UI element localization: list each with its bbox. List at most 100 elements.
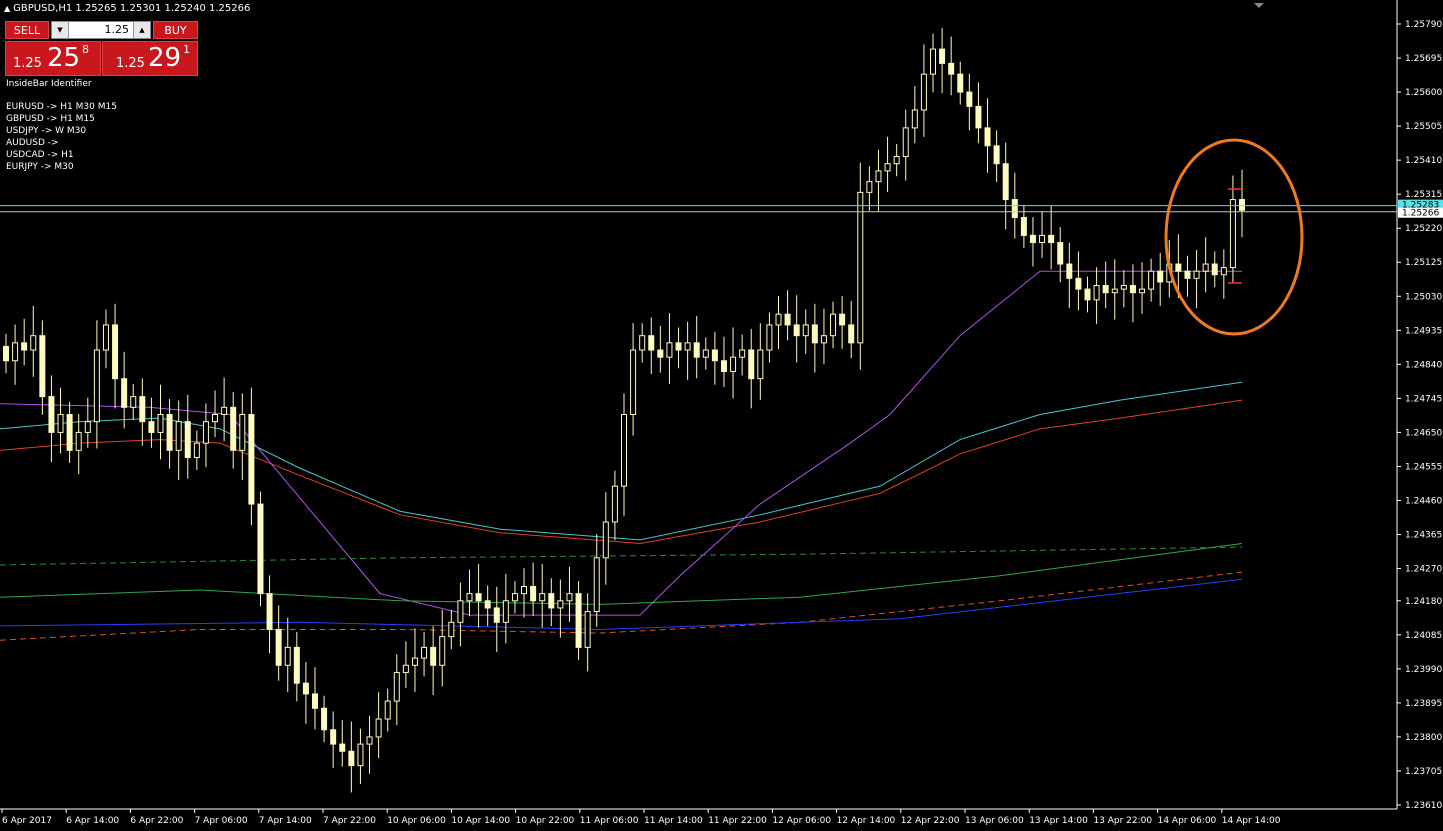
candle-body bbox=[30, 335, 37, 351]
candle bbox=[802, 309, 809, 354]
candle bbox=[948, 36, 955, 96]
lot-value[interactable]: 1.25 bbox=[70, 22, 132, 38]
candle bbox=[602, 492, 609, 585]
candle bbox=[348, 721, 355, 793]
candle-body bbox=[548, 593, 555, 609]
price-chart[interactable]: 1.25790 1.25695 1.25600 1.25505 1.25410 1.253… bbox=[0, 0, 1443, 831]
candle bbox=[139, 378, 146, 446]
candle-body bbox=[57, 414, 64, 433]
candle-body bbox=[784, 313, 791, 326]
candle-body bbox=[1057, 242, 1064, 265]
candle bbox=[439, 609, 446, 687]
ask-quote[interactable]: 1.25 29 1 bbox=[102, 41, 198, 76]
indicator-title: InsideBar Identifier bbox=[6, 79, 92, 89]
candle bbox=[621, 393, 627, 516]
candle-body bbox=[439, 636, 446, 666]
candle-body bbox=[811, 324, 818, 344]
x-tick-label: 12 Apr 06:00 bbox=[772, 816, 831, 826]
candle-body bbox=[920, 73, 927, 111]
candle bbox=[1139, 262, 1146, 314]
candle bbox=[1202, 237, 1209, 293]
candle-body bbox=[566, 593, 573, 602]
candle bbox=[1002, 142, 1009, 230]
candle bbox=[430, 626, 437, 696]
bid-pip: 8 bbox=[82, 43, 89, 56]
candle bbox=[511, 581, 518, 614]
candle bbox=[384, 688, 391, 732]
candle bbox=[884, 136, 891, 193]
sell-button[interactable]: SELL bbox=[5, 21, 49, 39]
candle bbox=[757, 323, 764, 400]
lot-decrease-icon[interactable]: ▼ bbox=[52, 22, 69, 38]
y-tick-label: 1.25695 bbox=[1405, 54, 1442, 64]
lot-stepper[interactable]: ▼ 1.25 ▲ bbox=[51, 21, 151, 39]
candle-body bbox=[312, 693, 318, 709]
lot-increase-icon[interactable]: ▲ bbox=[133, 22, 150, 38]
candle-body bbox=[1066, 263, 1073, 279]
candle-body bbox=[1011, 199, 1018, 218]
candle-body bbox=[611, 485, 618, 523]
candle-body bbox=[1220, 267, 1227, 276]
indicator-line: AUDUSD -> bbox=[6, 138, 59, 148]
candle bbox=[112, 303, 119, 409]
candle-body bbox=[475, 593, 482, 602]
buy-button[interactable]: BUY bbox=[153, 21, 198, 39]
candle bbox=[657, 326, 664, 373]
candle-body bbox=[830, 313, 837, 337]
candle bbox=[357, 728, 364, 784]
candle-body bbox=[820, 335, 827, 344]
candle bbox=[184, 394, 191, 479]
candle-body bbox=[321, 707, 328, 731]
y-tick-label: 1.23800 bbox=[1405, 733, 1442, 743]
candle-body bbox=[848, 324, 855, 344]
candle-body bbox=[1075, 277, 1082, 290]
candle-body bbox=[966, 91, 973, 107]
candle-body bbox=[266, 593, 273, 630]
x-tick-label: 14 Apr 14:00 bbox=[1222, 816, 1281, 826]
candle-body bbox=[1020, 216, 1027, 236]
candle bbox=[630, 323, 637, 436]
candle bbox=[157, 384, 164, 460]
one-click-trade-panel: SELL ▼ 1.25 ▲ BUY 1.25 25 8 1.25 29 1 bbox=[5, 21, 199, 77]
candle-body bbox=[539, 593, 546, 602]
candle bbox=[502, 573, 509, 644]
candle bbox=[1211, 251, 1218, 288]
candle-body bbox=[1048, 234, 1055, 244]
candle bbox=[1075, 251, 1082, 311]
candle-body bbox=[693, 342, 700, 358]
candle-body bbox=[720, 360, 727, 373]
y-tick-label: 1.25315 bbox=[1405, 190, 1442, 200]
x-tick-label: 13 Apr 14:00 bbox=[1029, 816, 1088, 826]
candle bbox=[75, 414, 82, 475]
candle-body bbox=[1148, 270, 1155, 290]
candle bbox=[684, 321, 691, 380]
candle bbox=[130, 384, 137, 420]
ask-pip: 1 bbox=[183, 43, 190, 56]
candle-body bbox=[857, 191, 864, 344]
candle-body bbox=[884, 163, 891, 172]
x-tick-label: 7 Apr 06:00 bbox=[195, 816, 248, 826]
candle-body bbox=[630, 349, 637, 415]
ask-big: 29 bbox=[148, 43, 182, 73]
candle-body bbox=[39, 335, 46, 398]
candle bbox=[1229, 175, 1236, 284]
scroll-marker-icon bbox=[1254, 3, 1264, 8]
candle bbox=[293, 631, 300, 702]
candle-body bbox=[1229, 199, 1236, 269]
bid-quote[interactable]: 1.25 25 8 bbox=[5, 41, 101, 76]
candle-body bbox=[1084, 288, 1091, 301]
candle-body bbox=[430, 646, 437, 666]
candle-body bbox=[684, 342, 691, 351]
candle-body bbox=[12, 342, 19, 362]
y-tick-label: 1.24365 bbox=[1405, 531, 1442, 541]
collapse-triangle-icon[interactable]: ▲ bbox=[4, 4, 10, 13]
candle bbox=[302, 662, 309, 724]
candle-body bbox=[348, 750, 355, 767]
candle bbox=[893, 144, 900, 177]
candle bbox=[3, 333, 9, 374]
candle bbox=[830, 301, 837, 349]
candle-body bbox=[984, 127, 991, 147]
candle-body bbox=[421, 646, 428, 659]
y-tick-label: 1.24085 bbox=[1405, 631, 1442, 641]
candle bbox=[875, 149, 882, 212]
